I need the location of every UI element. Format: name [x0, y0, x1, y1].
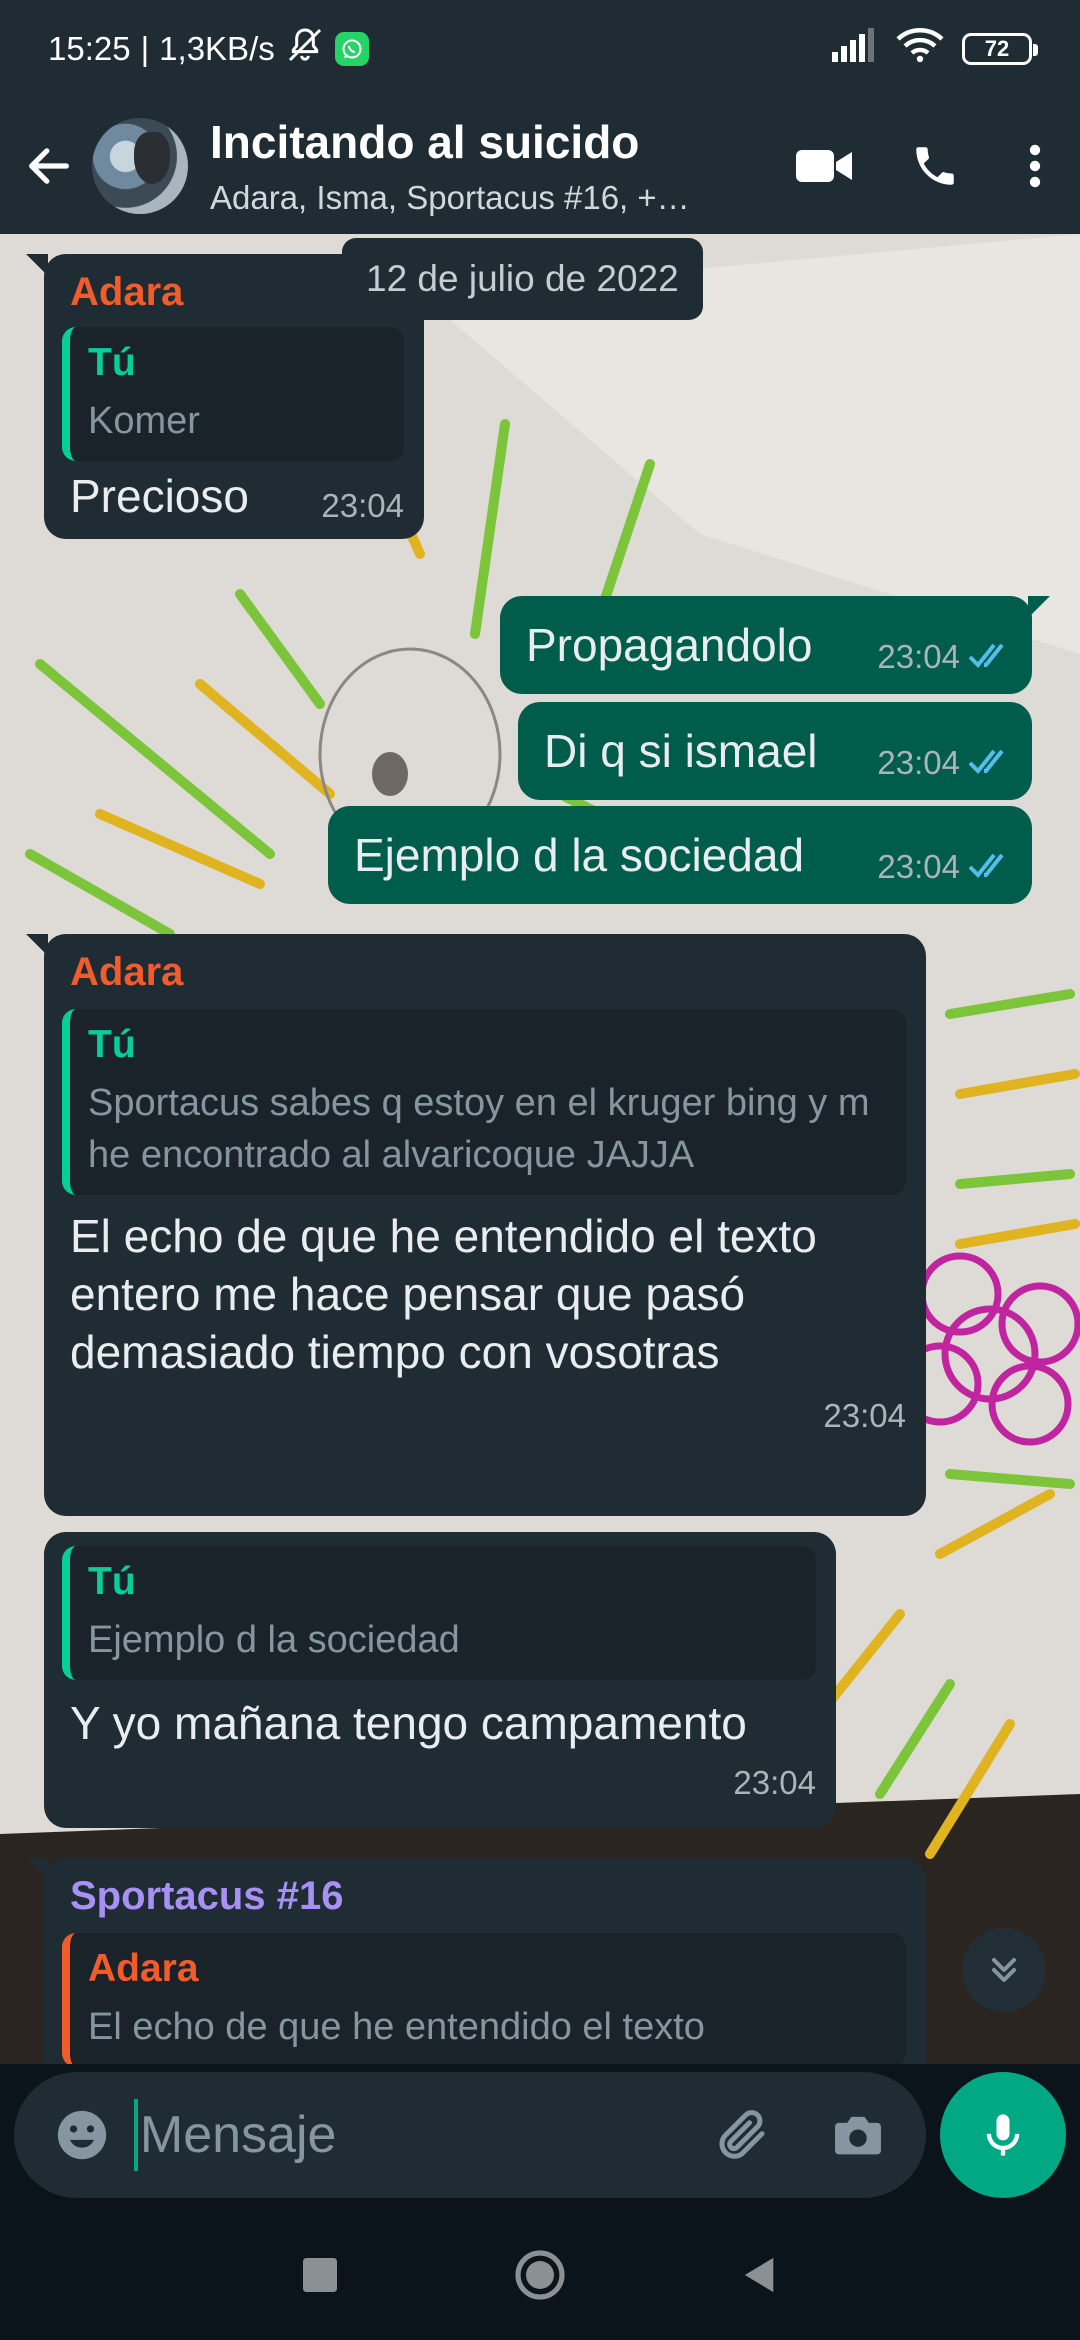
quoted-message[interactable]: Tú Sportacus sabes q estoy en el kruger … [62, 1009, 906, 1195]
group-info[interactable]: Incitando al suicido Adara, Isma, Sporta… [210, 115, 770, 217]
message-text: El echo de que he entendido el texto ent… [70, 1210, 817, 1378]
message-sender: Adara [70, 950, 184, 994]
quoted-text: Ejemplo d la sociedad [88, 1619, 460, 1661]
text-caret [134, 2099, 138, 2171]
message-bubble-outgoing[interactable]: Ejemplo d la sociedad 23:04 [328, 806, 1032, 904]
scroll-to-bottom-button[interactable] [962, 1928, 1046, 2012]
home-circle-icon[interactable] [495, 2230, 585, 2320]
message-time: 23:04 [733, 1764, 816, 1801]
quoted-text: Sportacus sabes q estoy en el kruger bin… [88, 1082, 870, 1176]
message-input-pill[interactable] [14, 2072, 926, 2198]
message-bubble-outgoing[interactable]: Di q si ismael 23:04 [518, 702, 1032, 800]
message-text: Y yo mañana tengo campamento [70, 1697, 747, 1749]
date-chip: 12 de julio de 2022 [342, 238, 703, 320]
system-navbar [0, 2210, 1080, 2340]
message-row: Precioso 23:04 [62, 467, 404, 525]
group-avatar[interactable] [92, 118, 188, 214]
status-left: 15:25 | 1,3KB/s [48, 25, 369, 73]
message-bubble-outgoing[interactable]: Propagandolo 23:04 [500, 596, 1050, 694]
status-separator: | [140, 30, 150, 67]
message-bubble-incoming[interactable]: Tú Ejemplo d la sociedad Y yo mañana ten… [44, 1532, 836, 1828]
message-time: 23:04 [321, 487, 404, 524]
quoted-author: Tú [88, 1023, 136, 1066]
message-time: 23:04 [877, 848, 960, 885]
read-ticks-icon [968, 643, 1004, 668]
quoted-message[interactable]: Adara El echo de que he entendido el tex… [62, 1933, 906, 2064]
mic-button[interactable] [940, 2072, 1066, 2198]
group-title: Incitando al suicido [210, 116, 640, 168]
message-time: 23:04 [877, 638, 960, 675]
network-speed: 1,3KB/s [159, 30, 275, 67]
signal-icon [832, 28, 878, 70]
quoted-message[interactable]: Tú Ejemplo d la sociedad [62, 1546, 816, 1680]
message-text: Ejemplo d la sociedad [354, 829, 805, 881]
status-time: 15:25 [48, 30, 131, 67]
message-text: Propagandolo [526, 619, 813, 671]
message-bubble-incoming[interactable]: Adara Tú Sportacus sabes q estoy en el k… [26, 934, 926, 1516]
more-vertical-icon[interactable] [990, 116, 1080, 216]
read-ticks-icon [968, 749, 1004, 774]
wifi-icon [896, 27, 944, 71]
mute-bell-icon [285, 25, 325, 73]
quoted-author: Adara [88, 1947, 199, 1990]
mic-icon [986, 2114, 1020, 2156]
quoted-text: El echo de que he entendido el texto [88, 2006, 705, 2048]
attach-icon[interactable] [700, 2091, 784, 2179]
chat-header: Incitando al suicido Adara, Isma, Sporta… [0, 98, 1080, 234]
camera-icon[interactable] [816, 2091, 900, 2179]
double-chevron-down-icon [992, 1958, 1016, 1982]
message-time: 23:04 [877, 744, 960, 781]
recents-square-icon[interactable] [275, 2230, 365, 2320]
quoted-text: Komer [88, 400, 200, 442]
composer-bar [0, 2064, 1080, 2210]
message-bubble-incoming[interactable]: Sportacus #16 Adara El echo de que he en… [26, 1858, 926, 2064]
group-members: Adara, Isma, Sportacus #16, +… [210, 179, 690, 216]
quoted-message[interactable]: Tú Komer [62, 327, 404, 461]
message-sender: Sportacus #16 [70, 1874, 344, 1918]
message-input[interactable] [139, 2105, 700, 2165]
message-time: 23:04 [823, 1397, 906, 1434]
back-arrow-icon[interactable] [14, 121, 84, 211]
back-triangle-icon[interactable] [715, 2230, 805, 2320]
battery-level: 72 [984, 36, 1010, 61]
message-text: Di q si ismael [544, 725, 818, 777]
whatsapp-notification-icon [334, 32, 369, 66]
quoted-author: Tú [88, 341, 136, 384]
message-text: Precioso [70, 470, 249, 522]
chat-area[interactable]: Adara Tú Komer Precioso 23:04 12 de juli… [0, 234, 1080, 2064]
read-ticks-icon [968, 853, 1004, 878]
voice-call-icon[interactable] [880, 116, 990, 216]
status-bar: 15:25 | 1,3KB/s 72 [0, 0, 1080, 98]
emoji-icon[interactable] [40, 2091, 124, 2179]
video-call-icon[interactable] [770, 116, 880, 216]
quoted-author: Tú [88, 1560, 136, 1603]
status-right: 72 [832, 27, 1038, 71]
battery-icon: 72 [962, 33, 1038, 65]
